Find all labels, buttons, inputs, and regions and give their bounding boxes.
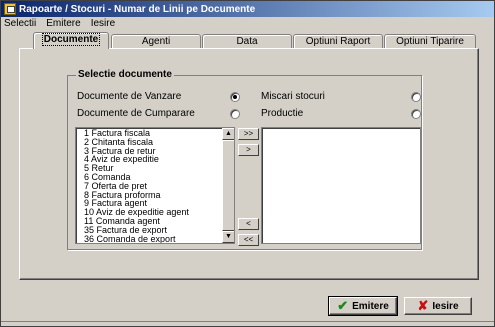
available-documents-list[interactable]: 1 Factura fiscala 2 Chitanta fiscala 3 Fac… [75, 127, 235, 244]
option-production-label: Productie [261, 108, 304, 119]
scroll-thumb[interactable] [222, 140, 234, 231]
menu-bar: Selectii Emitere Iesire [1, 17, 494, 30]
close-x-icon: ✘ [417, 298, 429, 313]
title-bar[interactable]: Rapoarte / Stocuri - Numar de Linii pe D… [1, 1, 494, 17]
report-app-icon [4, 3, 16, 15]
checkmark-icon: ✔ [337, 298, 349, 313]
menu-selectii[interactable]: Selectii [4, 18, 36, 29]
option-production-radio[interactable] [411, 109, 421, 119]
exit-button-label: Iesire [432, 300, 459, 312]
tab-data[interactable]: Data [202, 34, 292, 49]
tab-documente[interactable]: Documente [33, 32, 109, 49]
selected-documents-list[interactable] [261, 127, 421, 244]
option-purchase-documents-radio[interactable] [230, 109, 240, 119]
add-all-button[interactable]: >> [238, 128, 259, 140]
emit-button-label: Emitere [352, 300, 389, 312]
menu-iesire[interactable]: Iesire [91, 18, 115, 29]
window-title: Rapoarte / Stocuri - Numar de Linii pe D… [19, 3, 256, 15]
document-selection-group: Selectie documente Documente de Vanzare … [67, 69, 422, 250]
option-sales-documents-radio[interactable] [230, 92, 240, 102]
available-list-scrollbar[interactable]: ▲ ▼ [222, 128, 234, 243]
documents-tab-panel: Selectie documente Documente de Vanzare … [19, 48, 479, 280]
scroll-down-button[interactable]: ▼ [222, 231, 234, 243]
scroll-up-button[interactable]: ▲ [222, 128, 234, 140]
tab-optiuni-raport[interactable]: Optiuni Raport [293, 34, 383, 49]
emit-button[interactable]: ✔ Emitere [328, 296, 398, 316]
remove-all-button[interactable]: << [238, 234, 259, 246]
available-documents-items: 1 Factura fiscala 2 Chitanta fiscala 3 Fac… [76, 128, 222, 243]
option-stock-movements-radio[interactable] [411, 92, 421, 102]
group-title: Selectie documente [76, 69, 174, 80]
report-window: Rapoarte / Stocuri - Numar de Linii pe D… [0, 0, 495, 327]
add-button[interactable]: > [238, 144, 259, 156]
option-sales-documents-label: Documente de Vanzare [77, 91, 182, 102]
status-bar [1, 321, 494, 326]
tab-optiuni-tiparire[interactable]: Optiuni Tiparire [384, 34, 476, 49]
exit-button[interactable]: ✘ Iesire [404, 297, 472, 315]
remove-button[interactable]: < [238, 218, 259, 230]
tab-agenti[interactable]: Agenti [111, 34, 201, 49]
menu-emitere[interactable]: Emitere [46, 18, 80, 29]
document-type-item[interactable]: 36 Comanda de export [76, 234, 222, 243]
option-purchase-documents-label: Documente de Cumparare [77, 108, 195, 119]
option-stock-movements-label: Miscari stocuri [261, 91, 325, 102]
